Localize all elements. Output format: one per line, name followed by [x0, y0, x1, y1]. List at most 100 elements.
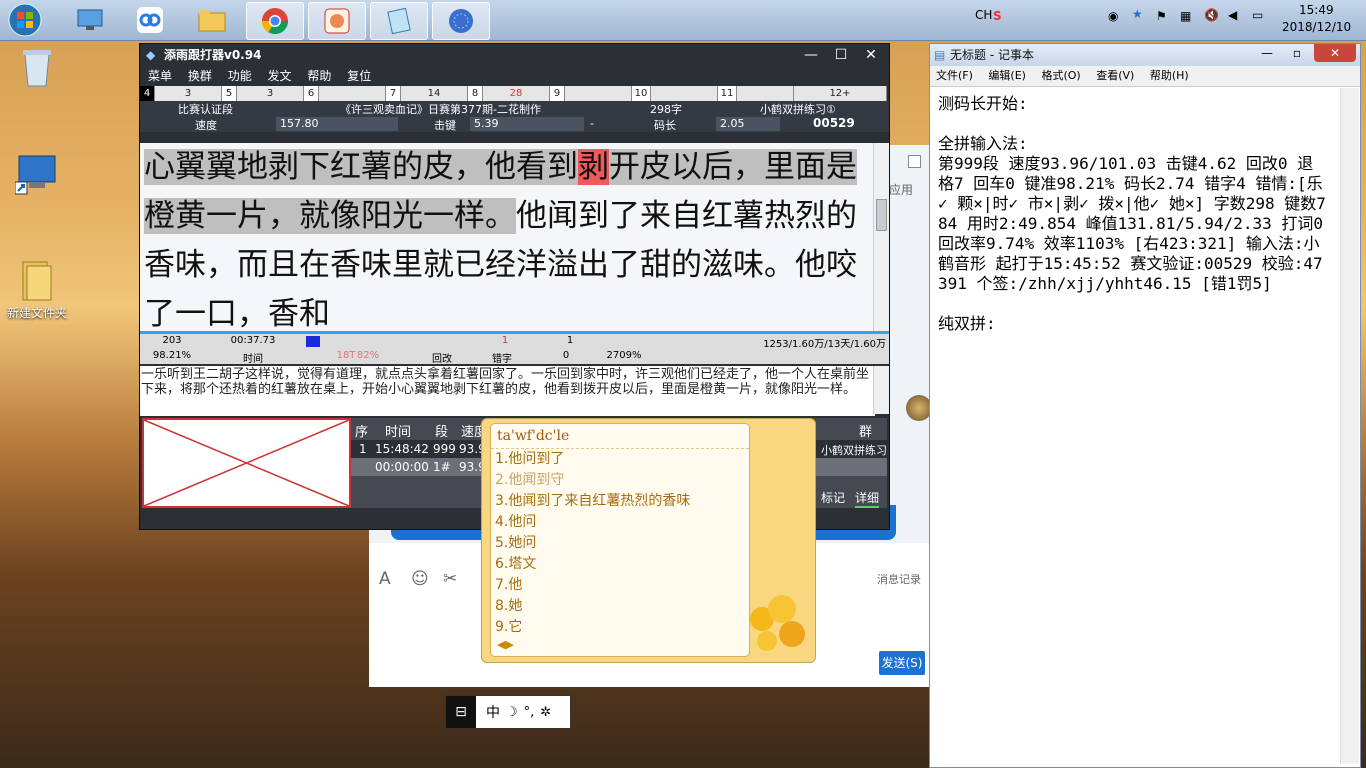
ime-toolbar-handle-icon[interactable]: ⊟ [446, 696, 476, 728]
ime-candidate[interactable]: 9.它 [491, 617, 749, 638]
ime-candidate-list: ta'wf'dc'le 1.他问到了 2.他闻到守 3.他闻到了来自红薯热烈的香… [490, 423, 750, 657]
ime-candidate[interactable]: 2.他闻到守 [491, 470, 749, 491]
maximize-button[interactable]: ☐ [826, 44, 856, 66]
reference-text[interactable]: 一乐听到王二胡子这样说，觉得有道理，就点点头拿着红薯回家了。一乐回到家中时，许三… [140, 366, 875, 416]
speaker-icon[interactable]: ◀ [1228, 8, 1237, 22]
menu-item-send-text[interactable]: 发文 [268, 69, 292, 83]
cell: 6 [304, 86, 319, 101]
ime-toolbar-settings-icon[interactable]: ✲ [540, 705, 551, 720]
ime-page-arrows-icon[interactable]: ◀▶ [491, 638, 749, 651]
menu-item-help[interactable]: 帮助 [307, 69, 331, 83]
row-cell: 小鹤双拼练习 [821, 444, 887, 457]
desktop-icon-computer[interactable] [2, 152, 72, 198]
np-minimize-button[interactable]: — [1252, 44, 1282, 62]
np-close-button[interactable]: ✕ [1314, 44, 1356, 62]
volume-icon[interactable]: 🔇 [1204, 8, 1219, 22]
codelen-label: 码长 [654, 119, 676, 132]
np-menu-edit[interactable]: 编辑(E) [988, 69, 1026, 82]
typer-menubar: 菜单 换群 功能 发文 帮助 复位 [140, 66, 889, 86]
scissors-icon[interactable]: ✂ [443, 569, 457, 589]
app-typing-icon[interactable] [308, 2, 366, 40]
cell [737, 86, 794, 101]
ime-indicator[interactable]: CH [975, 8, 992, 22]
computer-shortcut-icon [14, 152, 59, 196]
message-record-link[interactable]: 消息记录 [877, 571, 921, 587]
app-logo-icon: ◆ [146, 48, 156, 62]
np-menu-format[interactable]: 格式(O) [1041, 69, 1080, 82]
reference-scrollbar[interactable] [873, 366, 889, 414]
ime-toolbar-lang[interactable]: 中 [486, 702, 500, 722]
start-orb-icon[interactable] [2, 2, 48, 38]
taskbar: CH S ◉ ★ ⚑ ▦ 🔇 ◀ ▭ 15:49 2018/12/10 [0, 0, 1366, 41]
speed-label: 速度 [195, 119, 217, 132]
stat-error-label: 错字 [492, 354, 512, 365]
cell: 3 [155, 86, 222, 101]
ime-candidate[interactable]: 3.他闻到了来自红薯热烈的香味 [491, 491, 749, 512]
speed-readout: 速度 157.80 击键 5.39 - 码长 2.05 00529 [140, 116, 889, 132]
network-icon[interactable]: ▦ [1180, 9, 1191, 23]
ime-toolbar-punct-icon[interactable]: °, [524, 705, 535, 720]
stats-panel: 203 00:37.73 1 1 1253/1.60万/13天/1.60万 98… [140, 334, 889, 365]
menu-item-reset[interactable]: 复位 [347, 69, 371, 83]
notepad-menubar: 文件(F) 编辑(E) 格式(O) 查看(V) 帮助(H) [930, 66, 1360, 87]
cell [651, 86, 718, 101]
ime-candidate[interactable]: 8.她 [491, 596, 749, 617]
np-scrollbar[interactable] [1340, 88, 1359, 764]
clock-date[interactable]: 2018/12/10 [1282, 20, 1351, 34]
cell: 4 [140, 86, 155, 101]
emoji-icon[interactable]: ☺ [411, 569, 429, 589]
mark-button[interactable]: 标记 [821, 489, 845, 506]
row-cell: 15:48:42 [375, 442, 429, 456]
file-explorer-icon[interactable] [184, 2, 240, 38]
article-scrollbar[interactable] [873, 143, 889, 331]
cell: 5 [222, 86, 237, 101]
flag-icon[interactable]: ⚑ [1156, 9, 1167, 23]
notepad-text-area[interactable]: 测码长开始: 全拼输入法: 第999段 速度93.96/101.03 击键4.6… [938, 94, 1328, 754]
close-button[interactable]: ✕ [856, 44, 886, 66]
clock-time[interactable]: 15:49 [1299, 3, 1334, 17]
ime-candidate[interactable]: 1.他问到了 [491, 449, 749, 470]
notepad-icon[interactable] [370, 2, 428, 40]
notepad-app-icon: ▤ [934, 48, 946, 62]
row-cell: 1# [433, 460, 451, 474]
detail-button[interactable]: 详细 [855, 489, 880, 508]
send-button[interactable]: 发送(S) [879, 651, 925, 675]
tray-extra-icon[interactable]: ▭ [1252, 8, 1263, 22]
keystroke-dash: - [590, 117, 594, 130]
col-header-group: 群 [859, 425, 873, 440]
row-cell: 999 [433, 442, 456, 456]
row-cell: 1 [359, 442, 367, 456]
ime-toolbar-moon-icon[interactable]: ☽ [506, 705, 518, 720]
sogou-icon[interactable]: S [993, 9, 1002, 23]
remote-desktop-icon[interactable] [62, 2, 118, 38]
np-menu-view[interactable]: 查看(V) [1096, 69, 1134, 82]
baidu-netdisk-icon[interactable] [122, 2, 178, 38]
desktop-icon-recycle-bin[interactable] [2, 44, 72, 90]
apply-checkbox[interactable] [908, 155, 921, 168]
menu-item-switch-group[interactable]: 换群 [188, 69, 212, 83]
menu-item-menu[interactable]: 菜单 [148, 69, 172, 83]
ime-candidate[interactable]: 7.他 [491, 575, 749, 596]
np-maximize-button[interactable]: ▫ [1282, 44, 1312, 62]
ime-candidate[interactable]: 4.他问 [491, 512, 749, 533]
ime-candidate[interactable]: 5.她问 [491, 533, 749, 554]
ime-candidate[interactable]: 6.塔文 [491, 554, 749, 575]
font-icon[interactable]: A [379, 569, 391, 589]
scroll-thumb[interactable] [876, 199, 887, 231]
menu-item-function[interactable]: 功能 [228, 69, 252, 83]
np-menu-help[interactable]: 帮助(H) [1150, 69, 1189, 82]
apply-label: 应用 [889, 183, 914, 197]
blue-sphere-icon[interactable] [432, 2, 490, 40]
chrome-icon[interactable] [246, 2, 304, 40]
minimize-button[interactable]: — [796, 44, 826, 66]
code-value: 00529 [813, 116, 855, 130]
cell [319, 86, 386, 101]
star-icon[interactable]: ★ [1132, 7, 1143, 21]
cell: 14 [401, 86, 468, 101]
article-text-area[interactable]: 心翼翼地剥下红薯的皮，他看到剥开皮以后，里面是橙黄一片，就像阳光一样。他闻到了来… [140, 143, 877, 331]
segment-cells: 4 3 5 3 6 7 14 8 28 9 10 11 12+ [140, 86, 889, 101]
codelen-value: 2.05 [716, 117, 780, 131]
np-menu-file[interactable]: 文件(F) [936, 69, 973, 82]
record-icon[interactable]: ◉ [1108, 9, 1118, 23]
desktop-icon-new-folder[interactable]: 新建文件夹 [2, 258, 72, 321]
